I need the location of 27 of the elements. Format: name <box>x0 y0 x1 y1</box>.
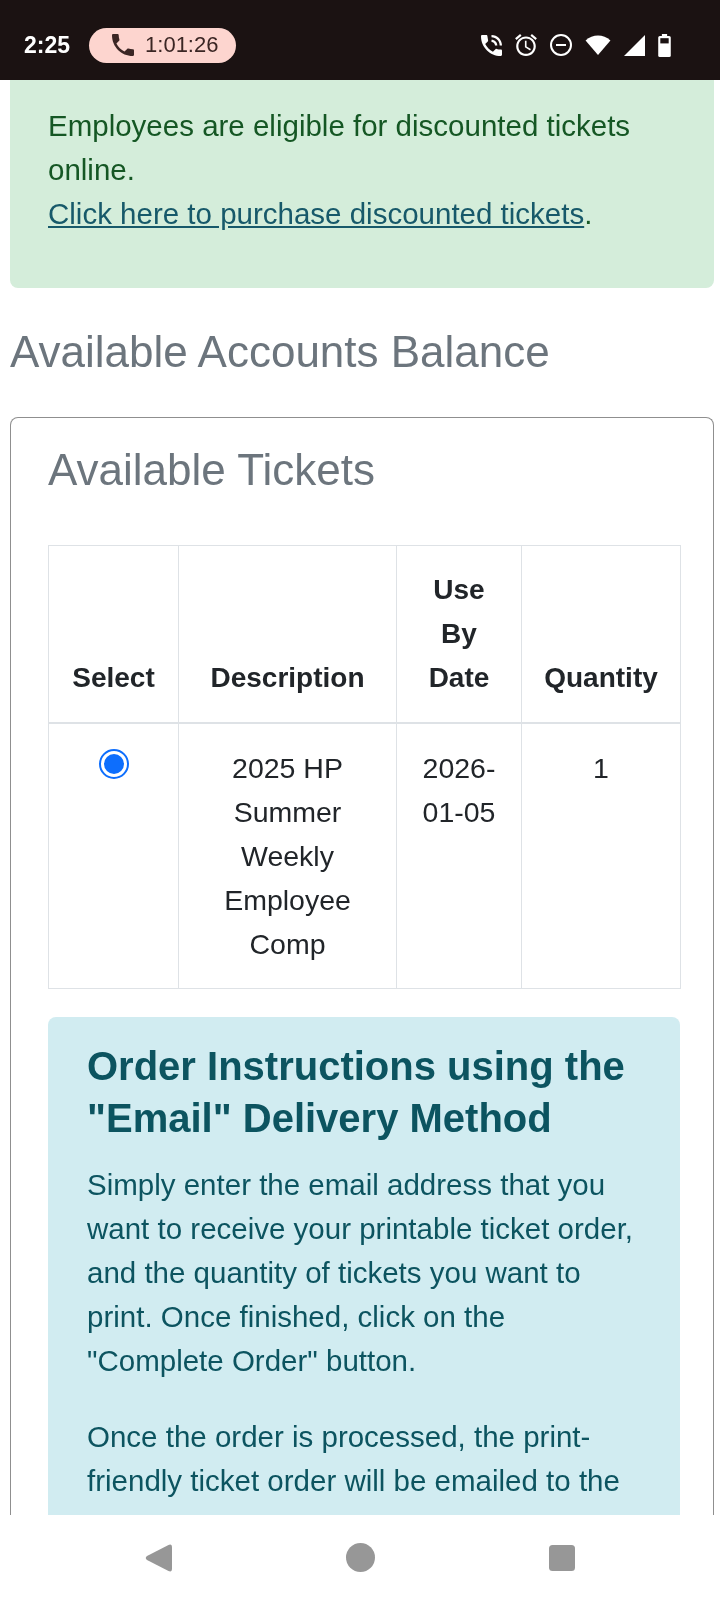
alarm-icon <box>515 34 537 56</box>
card-title: Available Tickets <box>48 445 376 495</box>
section-heading: Available Accounts Balance <box>10 327 551 377</box>
notice-text: Employees are eligible for discounted tickets online. Click here to purchase discounted tickets. <box>48 108 632 232</box>
column-header: Quantity <box>521 545 681 723</box>
home-icon[interactable] <box>346 1543 375 1572</box>
phone-icon <box>112 34 135 56</box>
phone-call-icon <box>481 34 502 56</box>
column-header: Select <box>48 545 179 723</box>
instructions-text: Simply enter the email address that you want to receive your printable ticket order, and the quantity of tickets you want to print. Once finished, click on the "Complete Order" button. <box>87 1167 635 1379</box>
table-cell: 1 <box>521 723 681 989</box>
table-cell: 2026-01-05 <box>396 723 522 989</box>
column-header: Description <box>178 545 397 723</box>
signal-icon <box>624 34 645 56</box>
wifi-icon <box>585 35 611 55</box>
table-cell: 2025 HP Summer Weekly Employee Comp <box>178 723 397 989</box>
back-icon[interactable] <box>145 1543 172 1572</box>
column-header: Use By Date <box>396 545 522 723</box>
battery-icon <box>658 33 671 57</box>
purchase-link[interactable]: Click here to purchase discounted tickets <box>48 197 585 230</box>
radio-button[interactable] <box>98 749 129 779</box>
status-time: 2:25 <box>24 31 71 59</box>
call-chip[interactable]: 1:01:26 <box>89 27 237 63</box>
do-not-disturb-icon <box>550 34 572 56</box>
instructions-title: Order Instructions using the "Email" Delivery Method <box>87 1043 626 1142</box>
recents-icon[interactable] <box>549 1544 575 1571</box>
instructions-text: Once the order is processed, the print-friendly ticket order will be emailed to the <box>87 1419 621 1499</box>
